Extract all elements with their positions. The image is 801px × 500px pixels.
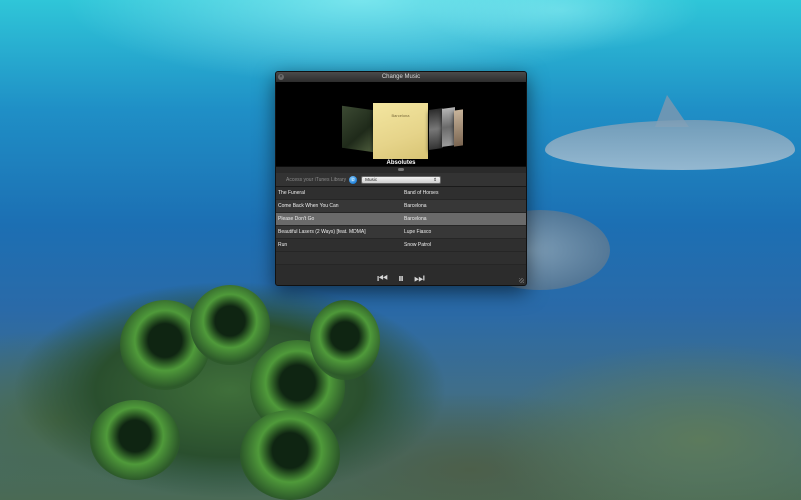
coral [240, 410, 340, 500]
album-art-text: Barcelona [391, 113, 410, 118]
empty-row [276, 252, 526, 265]
close-button[interactable]: × [278, 74, 284, 80]
next-track-icon: ⏭ [414, 271, 425, 285]
library-source-value: Music [365, 177, 378, 182]
track-title: Please Don't Go [278, 216, 315, 222]
track-artist: Barcelona [404, 216, 427, 222]
track-row[interactable]: Run Snow Patrol [276, 239, 526, 252]
album-cover-right[interactable] [429, 108, 443, 150]
next-button[interactable]: ⏭ [414, 272, 425, 284]
chevron-updown-icon: ⇕ [433, 176, 438, 182]
change-music-window: × Change Music Barcelona Absolutes Acces… [275, 71, 527, 286]
track-title: Run [278, 242, 288, 248]
window-titlebar[interactable]: × Change Music [276, 72, 526, 82]
previous-track-icon: ⏮ [377, 271, 388, 285]
previous-button[interactable]: ⏮ [377, 272, 388, 284]
track-artist: Barcelona [404, 203, 427, 209]
track-artist: Band of Horses [404, 190, 439, 196]
track-title: Beautiful Lasers (2 Ways) [feat. MDMA] [278, 229, 366, 235]
track-row[interactable]: The Funeral Band of Horses [276, 187, 526, 200]
track-row-selected[interactable]: Please Don't Go Barcelona [276, 213, 526, 226]
library-source-select[interactable]: Music ⇕ [361, 175, 442, 184]
track-title: Come Back When You Can [278, 203, 339, 209]
album-cover-left[interactable] [342, 105, 374, 153]
track-artist: Snow Patrol [404, 242, 431, 248]
pause-button[interactable]: ⏸ [398, 272, 404, 284]
library-label: Access your iTunes Library [286, 176, 347, 183]
coral [190, 285, 270, 365]
track-title: The Funeral [278, 190, 305, 196]
close-icon: × [279, 74, 283, 80]
track-row[interactable]: Come Back When You Can Barcelona [276, 200, 526, 213]
coverflow-scrollbar[interactable] [276, 166, 526, 173]
coral [90, 400, 180, 480]
resize-grip[interactable] [519, 278, 524, 283]
window-title: Change Music [381, 74, 421, 80]
pause-icon: ⏸ [397, 271, 404, 285]
coral [310, 300, 380, 380]
album-cover-current[interactable]: Barcelona [373, 103, 428, 159]
album-cover-right[interactable] [454, 109, 463, 147]
cover-flow[interactable]: Barcelona Absolutes [276, 82, 526, 166]
scrollbar-knob[interactable] [398, 168, 404, 171]
track-artist: Lupe Fiasco [404, 229, 432, 235]
playback-controls: ⏮ ⏸ ⏭ [276, 265, 526, 285]
library-bar: Access your iTunes Library ♫ Music ⇕ [276, 173, 526, 187]
track-list: The Funeral Band of Horses Come Back Whe… [276, 187, 526, 265]
track-row[interactable]: Beautiful Lasers (2 Ways) [feat. MDMA] L… [276, 226, 526, 239]
itunes-icon[interactable]: ♫ [349, 175, 358, 184]
